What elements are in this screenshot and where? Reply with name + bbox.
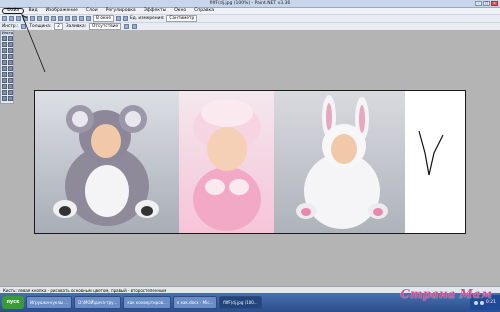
blank-drawing-area[interactable] [405, 91, 465, 233]
taskbar-task[interactable]: D:\МОЙ\доча-тру... [74, 296, 122, 309]
annotation-arrowhead [21, 14, 28, 21]
photo-baby-pink-hat [179, 91, 274, 233]
image-canvas[interactable] [34, 90, 466, 234]
tray-network-icon[interactable] [473, 300, 478, 305]
taskbar-task[interactable]: Игрушки-куклы ... [26, 296, 73, 309]
taskbar-task-active[interactable]: fIIfF(dj.jpg (100... [219, 296, 262, 309]
taskbar-task[interactable]: как конвертиров... [123, 296, 171, 309]
annotation-arrow-line [21, 14, 46, 73]
pink-baby-illustration [193, 99, 261, 231]
photo-baby-koala-costume [35, 91, 179, 233]
tray-volume-icon[interactable] [479, 300, 484, 305]
taskbar-task[interactable]: к как.docx - Mic... [172, 296, 218, 309]
bunny-baby-illustration [296, 95, 388, 229]
site-watermark: Страна Мам [400, 287, 492, 301]
photo-baby-bunny-costume [274, 91, 405, 233]
koala-baby-illustration [53, 105, 159, 226]
start-button[interactable]: пуск [2, 296, 24, 309]
freehand-v-stroke [418, 130, 444, 176]
